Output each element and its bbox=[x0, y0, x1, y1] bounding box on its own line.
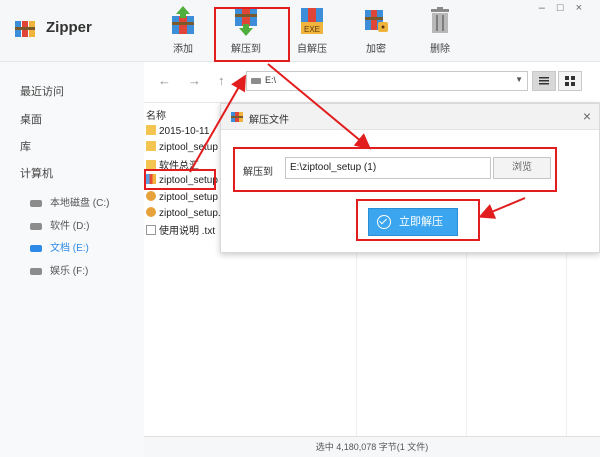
file-name: ziptool_setup bbox=[159, 142, 218, 153]
sidebar-drive-c[interactable]: 本地磁盘 (C:) bbox=[30, 194, 109, 209]
hard-drive-icon bbox=[30, 267, 42, 275]
column-header-name[interactable]: 名称 bbox=[146, 107, 166, 122]
lock-archive-icon bbox=[365, 10, 388, 32]
sidebar: 最近访问 桌面 库 计算机 本地磁盘 (C:) 软件 (D:) 文档 (E:) … bbox=[0, 62, 144, 457]
file-row[interactable]: 使用说明 .txt bbox=[146, 222, 222, 236]
close-icon[interactable]: × bbox=[583, 108, 591, 124]
drive-label: 娱乐 (F:) bbox=[50, 266, 89, 277]
grid-view-icon bbox=[565, 76, 575, 86]
forward-icon[interactable]: → bbox=[188, 73, 201, 88]
grid-view-button[interactable] bbox=[558, 71, 582, 91]
list-view-button[interactable] bbox=[532, 71, 556, 91]
drive-icon bbox=[251, 78, 261, 84]
file-row[interactable]: ziptool_setup bbox=[146, 191, 222, 205]
file-name: ziptool_setup. bbox=[159, 208, 221, 219]
file-row[interactable]: ziptool_setup bbox=[146, 141, 222, 155]
sidebar-drive-d[interactable]: 软件 (D:) bbox=[30, 217, 89, 232]
add-archive-icon bbox=[172, 6, 194, 34]
zip-archive-icon bbox=[146, 207, 156, 217]
address-path: E:\ bbox=[265, 75, 277, 85]
list-view-icon bbox=[539, 77, 549, 85]
navigation-bar: ← → ↑ E:\ ▼ bbox=[144, 62, 600, 102]
file-name: 2015-10-11 bbox=[159, 126, 210, 137]
delete-label: 删除 bbox=[430, 44, 450, 55]
exe-archive-icon: EXE bbox=[301, 8, 323, 34]
file-row[interactable]: 2015-10-11 bbox=[146, 125, 222, 139]
sidebar-drive-e[interactable]: 文档 (E:) bbox=[30, 239, 89, 254]
zipper-logo-icon bbox=[15, 21, 35, 37]
sidebar-item-computer[interactable]: 计算机 bbox=[20, 165, 53, 181]
text-file-icon bbox=[146, 225, 156, 235]
top-toolbar: Zipper 添加 解压到 EXE 自解压 加密 删除 –□× bbox=[0, 0, 600, 62]
file-name: 使用说明 .txt bbox=[159, 226, 216, 236]
dialog-title-bar: 解压文件 bbox=[221, 104, 599, 130]
up-icon[interactable]: ↑ bbox=[218, 73, 225, 88]
self-extract-label: 自解压 bbox=[297, 44, 327, 55]
encrypt-button[interactable]: 加密 bbox=[348, 4, 404, 58]
app-title: Zipper bbox=[46, 19, 92, 36]
svg-text:EXE: EXE bbox=[304, 25, 320, 34]
file-name: ziptool_setup bbox=[159, 192, 218, 203]
file-row[interactable]: ziptool_setup. bbox=[146, 207, 222, 221]
sidebar-item-library[interactable]: 库 bbox=[20, 138, 31, 154]
close-window-button[interactable]: × bbox=[576, 2, 594, 14]
back-icon[interactable]: ← bbox=[158, 73, 171, 88]
archive-icon bbox=[231, 112, 243, 122]
trash-icon bbox=[431, 7, 449, 33]
sidebar-item-recent[interactable]: 最近访问 bbox=[20, 83, 64, 99]
window-controls: –□× bbox=[539, 2, 594, 14]
folder-icon bbox=[146, 125, 156, 135]
encrypt-label: 加密 bbox=[366, 44, 386, 55]
hard-drive-icon bbox=[30, 244, 42, 252]
highlight-selected-file bbox=[144, 169, 216, 190]
zip-archive-icon bbox=[146, 191, 156, 201]
drive-label: 文档 (E:) bbox=[50, 243, 89, 254]
maximize-button[interactable]: □ bbox=[557, 2, 576, 14]
self-extract-button[interactable]: EXE 自解压 bbox=[284, 4, 340, 58]
dialog-title: 解压文件 bbox=[249, 115, 289, 126]
drive-label: 软件 (D:) bbox=[50, 221, 90, 232]
drive-label: 本地磁盘 (C:) bbox=[50, 198, 110, 209]
add-label: 添加 bbox=[173, 44, 193, 55]
hard-drive-icon bbox=[30, 222, 42, 230]
highlight-extract-to bbox=[214, 7, 290, 62]
sidebar-item-desktop[interactable]: 桌面 bbox=[20, 111, 42, 127]
chevron-down-icon[interactable]: ▼ bbox=[515, 75, 523, 84]
highlight-extract-now bbox=[356, 199, 480, 241]
hard-drive-icon bbox=[30, 199, 42, 207]
add-button[interactable]: 添加 bbox=[155, 4, 211, 58]
status-bar: 选中 4,180,078 字节(1 文件) bbox=[144, 436, 600, 457]
minimize-button[interactable]: – bbox=[539, 2, 557, 14]
delete-button[interactable]: 删除 bbox=[412, 4, 468, 58]
folder-icon bbox=[146, 141, 156, 151]
address-bar[interactable]: E:\ ▼ bbox=[246, 71, 528, 91]
sidebar-drive-f[interactable]: 娱乐 (F:) bbox=[30, 262, 88, 277]
highlight-path-row bbox=[233, 147, 557, 192]
